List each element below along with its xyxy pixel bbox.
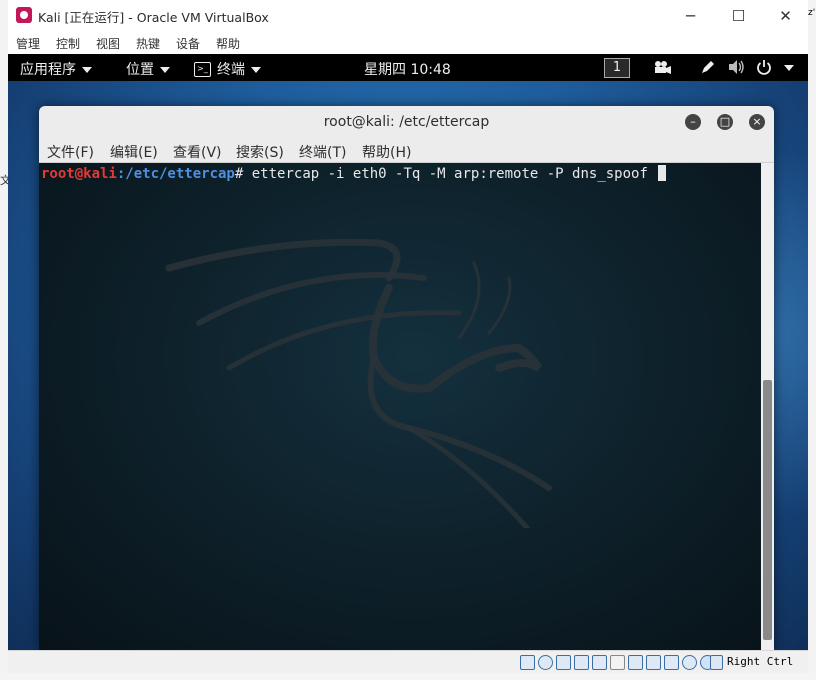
menu-item-control[interactable]: 控制	[56, 35, 80, 52]
terminal-menu-terminal[interactable]: 终端(T)	[299, 142, 346, 162]
text-cursor	[658, 165, 667, 181]
window-title: Kali [正在运行] - Oracle VM VirtualBox	[38, 10, 269, 25]
terminal-scrollbar[interactable]	[761, 163, 774, 650]
chevron-down-icon	[160, 67, 170, 73]
optical-drive-icon[interactable]	[538, 655, 553, 670]
scrollbar-thumb[interactable]	[763, 380, 772, 640]
virtualbox-menu-bar: 管理 控制 视图 热键 设备 帮助	[8, 31, 808, 53]
video-camera-icon[interactable]	[653, 60, 671, 74]
pen-tool-icon[interactable]	[700, 59, 716, 75]
display-icon[interactable]	[628, 655, 643, 670]
terminal-icon: >_	[194, 61, 211, 77]
menu-item-hotkey[interactable]: 热键	[136, 35, 160, 52]
menu-item-view[interactable]: 视图	[96, 35, 120, 52]
minimize-button[interactable]: ─	[668, 0, 713, 31]
prompt-user: root@kali	[41, 166, 117, 182]
host-key-label: Right Ctrl	[727, 655, 794, 668]
terminal-maximize-button[interactable]: □	[717, 114, 733, 130]
chevron-down-icon	[82, 67, 92, 73]
terminal-menu-help[interactable]: 帮助(H)	[362, 142, 411, 162]
volume-icon[interactable]	[728, 59, 746, 75]
host-key-arrow-icon	[710, 655, 723, 670]
maximize-button[interactable]: ☐	[716, 0, 761, 31]
power-icon[interactable]	[756, 59, 772, 75]
terminal-menu-view[interactable]: 查看(V)	[173, 142, 222, 162]
virtualbox-status-bar: Right Ctrl	[8, 650, 808, 673]
virtualbox-app-icon	[16, 7, 32, 23]
gnome-top-bar: 应用程序 位置 >_ 终端 星期四 10:48 1	[8, 54, 808, 81]
menu-item-manage[interactable]: 管理	[16, 35, 40, 52]
terminal-app-label: 终端	[217, 62, 245, 78]
terminal-window[interactable]: root@kali: /etc/ettercap – □ × 文件(F) 编辑(…	[39, 106, 774, 650]
recording-icon[interactable]	[646, 655, 661, 670]
workspace-indicator[interactable]: 1	[604, 58, 630, 78]
places-label: 位置	[126, 62, 154, 78]
terminal-app-menu[interactable]: >_ 终端	[194, 59, 261, 79]
places-menu[interactable]: 位置	[126, 59, 170, 79]
menu-item-devices[interactable]: 设备	[176, 35, 200, 52]
chevron-down-icon	[251, 67, 261, 73]
hard-disk-icon[interactable]	[520, 655, 535, 670]
host-desktop-bottom-edge	[0, 672, 816, 680]
host-desktop-right-edge: z'	[808, 0, 816, 680]
host-desktop-left-edge: 文	[0, 0, 11, 680]
applications-label: 应用程序	[20, 62, 76, 78]
network-icon[interactable]	[574, 655, 589, 670]
command-text: ettercap -i eth0 -Tq -M arp:remote -P dn…	[243, 166, 657, 182]
terminal-close-button[interactable]: ×	[749, 114, 765, 130]
cpu-icon[interactable]	[664, 655, 679, 670]
terminal-header[interactable]: root@kali: /etc/ettercap – □ × 文件(F) 编辑(…	[39, 106, 774, 163]
system-menu-chevron-icon[interactable]	[784, 65, 794, 71]
menu-item-help[interactable]: 帮助	[216, 35, 240, 52]
kali-dragon-logo	[165, 238, 552, 528]
clock[interactable]: 星期四 10:48	[364, 59, 451, 79]
shared-folders-icon[interactable]	[610, 655, 625, 670]
terminal-minimize-button[interactable]: –	[685, 114, 701, 130]
virtualbox-title-bar[interactable]: Kali [正在运行] - Oracle VM VirtualBox ─ ☐ ✕	[8, 0, 808, 31]
audio-icon[interactable]	[556, 655, 571, 670]
close-button[interactable]: ✕	[763, 0, 808, 31]
applications-menu[interactable]: 应用程序	[20, 59, 92, 79]
mouse-integration-icon[interactable]	[682, 655, 697, 670]
terminal-output[interactable]: root@kali:/etc/ettercap# ettercap -i eth…	[39, 163, 761, 650]
terminal-title: root@kali: /etc/ettercap	[323, 114, 490, 130]
usb-icon[interactable]	[592, 655, 607, 670]
guest-display[interactable]: 应用程序 位置 >_ 终端 星期四 10:48 1 root@kali: /et…	[8, 54, 808, 650]
shell-prompt-line[interactable]: root@kali:/etc/ettercap# ettercap -i eth…	[41, 165, 667, 182]
prompt-path: :/etc/ettercap	[116, 166, 235, 182]
host-text-fragment-right: z'	[808, 8, 816, 18]
terminal-menu-search[interactable]: 搜索(S)	[236, 142, 284, 162]
terminal-menu-edit[interactable]: 编辑(E)	[110, 142, 158, 162]
virtualbox-window: Kali [正在运行] - Oracle VM VirtualBox ─ ☐ ✕…	[8, 0, 808, 673]
terminal-menu-file[interactable]: 文件(F)	[47, 142, 94, 162]
